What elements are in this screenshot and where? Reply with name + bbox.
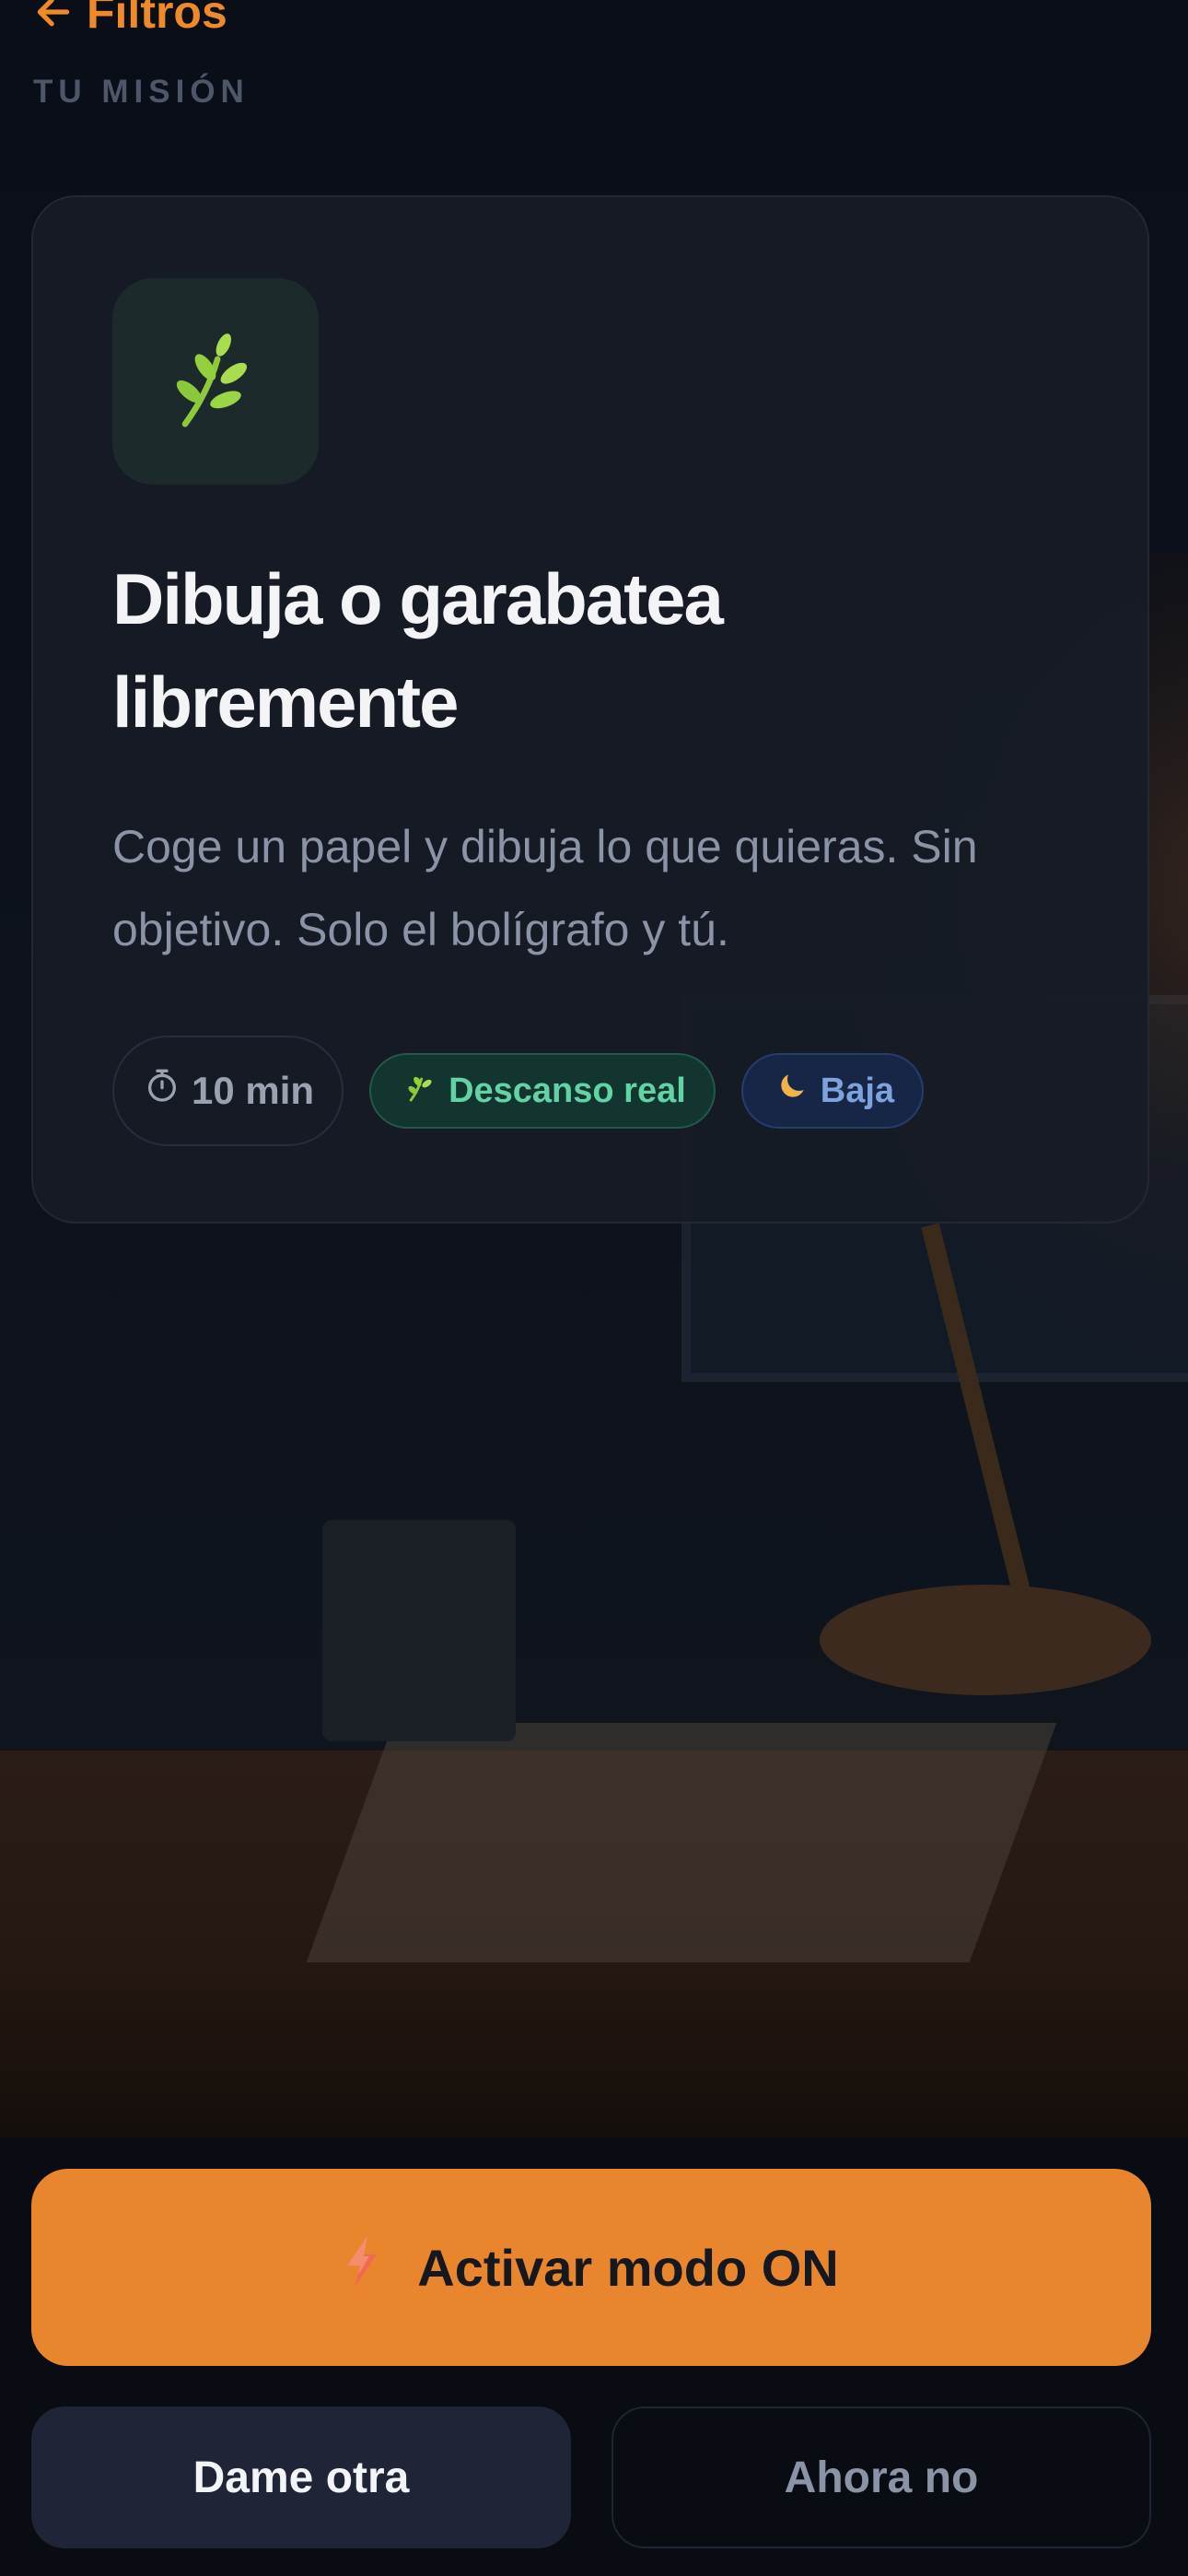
activate-mode-button[interactable]: Activar modo ON xyxy=(31,2169,1151,2366)
mission-card: Dibuja o garabatea libremente Coge un pa… xyxy=(31,195,1149,1224)
energy-label: Baja xyxy=(820,1071,895,1110)
back-label: Filtros xyxy=(87,0,227,38)
mission-icon-tile xyxy=(112,278,319,485)
lightning-icon xyxy=(344,2234,380,2301)
another-mission-button[interactable]: Dame otra xyxy=(31,2406,571,2548)
leaf-icon xyxy=(404,1070,437,1112)
energy-tag: Baja xyxy=(740,1053,925,1129)
mission-title: Dibuja o garabatea libremente xyxy=(112,558,724,743)
duration-tag: 10 min xyxy=(112,1036,344,1146)
arrow-left-icon xyxy=(33,0,74,32)
background-lamp-base xyxy=(820,1585,1151,1695)
mission-tags: 10 min Descanso real Baja xyxy=(112,1036,925,1146)
not-now-button[interactable]: Ahora no xyxy=(611,2406,1151,2548)
back-button[interactable]: Filtros xyxy=(33,0,227,39)
background-pen-cup xyxy=(322,1520,516,1741)
section-label: TU MISIÓN xyxy=(33,74,250,110)
moon-icon xyxy=(775,1069,809,1113)
activate-mode-label: Activar modo ON xyxy=(417,2238,839,2297)
leaf-sprig-icon xyxy=(176,334,248,427)
background-paper xyxy=(306,1723,1057,1962)
category-tag: Descanso real xyxy=(369,1053,716,1129)
duration-label: 10 min xyxy=(192,1069,315,1112)
mission-description: Coge un papel y dibuja lo que quieras. S… xyxy=(112,821,978,955)
category-label: Descanso real xyxy=(448,1071,686,1110)
stopwatch-icon xyxy=(144,1068,181,1114)
